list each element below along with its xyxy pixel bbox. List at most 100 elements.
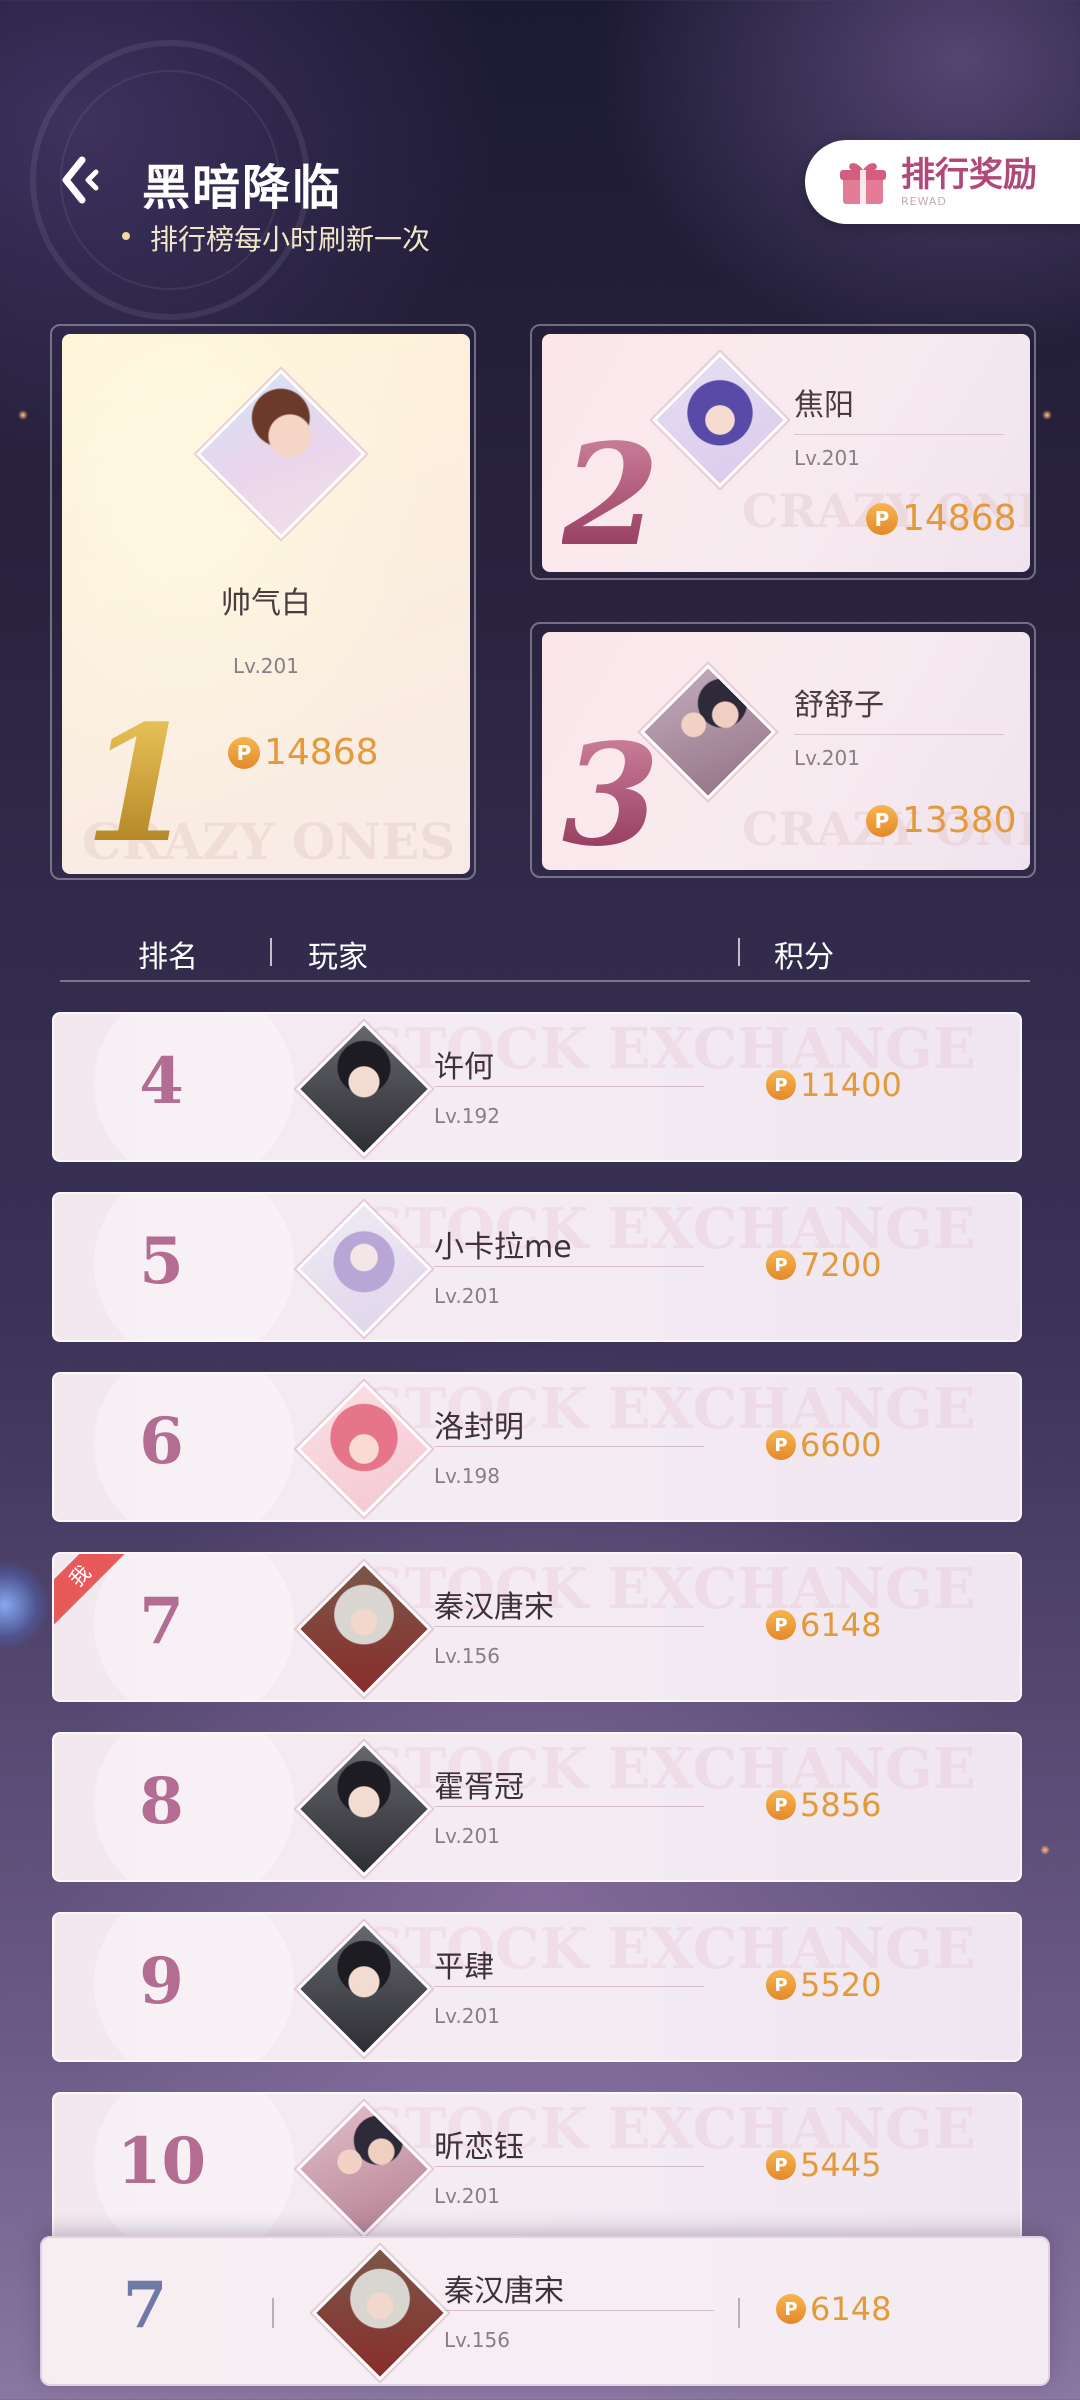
player-level: Lv.198 [434,1464,500,1488]
rank-reward-button[interactable]: 排行奖励 REWAD [805,140,1080,224]
player-score: P 5856 [766,1786,881,1824]
player-name: 秦汉唐宋 [444,2274,564,2309]
leaderboard-row-self[interactable]: STOCK EXCHANGE 我 7 秦汉唐宋 Lv.156 P 6148 [52,1552,1022,1702]
player-score: P 6600 [766,1426,881,1464]
rank-number: 1 [84,690,195,874]
points-coin-icon: P [766,1610,796,1640]
my-rank-bar[interactable]: 7 秦汉唐宋 Lv.156 P 6148 [40,2236,1050,2386]
divider [434,1086,704,1087]
points-coin-icon: P [866,502,898,535]
points-coin-icon: P [228,736,260,769]
player-name: 昕恋钰 [434,2130,524,2165]
row-rank: 4 [139,1044,184,1119]
points-coin-icon: P [766,1250,796,1280]
row-rank: 7 [139,1584,184,1659]
player-level: Lv.201 [434,2184,500,2208]
player-score: P 11400 [766,1066,902,1104]
player-score: P 6148 [776,2290,891,2328]
points-coin-icon: P [776,2294,806,2324]
decorative-spark [18,410,28,420]
score-value: 14868 [902,498,1017,539]
column-player: 玩家 [308,940,368,975]
divider [794,434,1004,435]
podium-card-2[interactable]: CRAZY ONES 2 焦阳 Lv.201 P 14868 [542,334,1030,572]
player-level: Lv.192 [434,1104,500,1128]
divider [444,2310,714,2311]
points-coin-icon: P [766,1970,796,2000]
avatar [312,2245,448,2381]
score-value: 5445 [800,2146,882,2184]
player-level: Lv.201 [434,1284,500,1308]
player-name: 帅气白 [221,586,311,621]
decorative-glow [0,1560,50,1650]
avatar [652,352,788,488]
decorative-spark [1040,1845,1050,1855]
player-name: 秦汉唐宋 [434,1590,554,1625]
player-score: P 14868 [866,498,1017,539]
points-coin-icon: P [766,2150,796,2180]
leaderboard-row[interactable]: STOCK EXCHANGE 4 许何 Lv.192 P 11400 [52,1012,1022,1162]
player-level: Lv.156 [444,2328,510,2352]
my-rank: 7 [122,2268,168,2343]
column-score: 积分 [774,940,834,975]
leaderboard-row[interactable]: STOCK EXCHANGE 10 昕恋钰 Lv.201 P 5445 [52,2092,1022,2242]
refresh-notice: 排行榜每小时刷新一次 [150,223,431,256]
player-name: 焦阳 [794,388,854,423]
row-rank: 5 [139,1224,184,1299]
player-name: 舒舒子 [794,688,884,723]
points-coin-icon: P [766,1430,796,1460]
decorative-spark [1042,410,1052,420]
leaderboard-row[interactable]: STOCK EXCHANGE 6 洛封明 Lv.198 P 6600 [52,1372,1022,1522]
leaderboard-row[interactable]: STOCK EXCHANGE 8 霍胥冠 Lv.201 P 5856 [52,1732,1022,1882]
leaderboard-row[interactable]: STOCK EXCHANGE 5 小卡拉me Lv.201 P 7200 [52,1192,1022,1342]
divider [434,1446,704,1447]
divider [794,734,1004,735]
player-name: 平肆 [434,1950,494,1985]
column-separator [272,2298,274,2328]
avatar [196,369,366,539]
subtitle-bullet [122,232,130,240]
points-coin-icon: P [766,1790,796,1820]
page-title: 黑暗降临 [142,160,343,216]
row-rank: 6 [139,1404,184,1479]
score-value: 14868 [264,732,379,773]
player-score: P 6148 [766,1606,881,1644]
divider [434,2166,704,2167]
podium-card-1[interactable]: CRAZY ONES 帅气白 Lv.201 1 P 14868 [62,334,470,874]
points-coin-icon: P [866,804,898,837]
column-separator [738,2298,740,2328]
player-score: P 14868 [228,732,379,773]
player-score: P 7200 [766,1246,881,1284]
rank-reward-sublabel: REWAD [901,194,947,208]
leaderboard-row[interactable]: STOCK EXCHANGE 9 平肆 Lv.201 P 5520 [52,1912,1022,2062]
divider [434,1626,704,1627]
score-value: 6600 [800,1426,882,1464]
divider [434,1986,704,1987]
back-button[interactable] [52,150,112,210]
rank-number: 2 [562,414,659,572]
player-level: Lv.156 [434,1644,500,1668]
score-value: 11400 [800,1066,902,1104]
column-rank: 排名 [138,940,198,975]
divider [434,1806,704,1807]
leaderboard-column-header: 排名 玩家 积分 [60,930,1030,982]
score-value: 13380 [902,800,1017,841]
back-arrow-icon [62,156,99,204]
column-separator [270,938,272,966]
player-level: Lv.201 [794,446,860,470]
player-level: Lv.201 [434,1824,500,1848]
row-rank: 8 [139,1764,184,1839]
player-level: Lv.201 [794,746,860,770]
podium-card-3[interactable]: CRAZY ONES 3 舒舒子 Lv.201 P 13380 [542,632,1030,870]
score-value: 5520 [800,1966,882,2004]
column-separator [738,938,740,966]
player-level: Lv.201 [233,654,299,678]
player-name: 小卡拉me [434,1230,572,1265]
divider [434,1266,704,1267]
player-score: P 5445 [766,2146,881,2184]
gift-icon [840,163,886,204]
player-score: P 13380 [866,800,1017,841]
avatar [640,664,776,800]
points-coin-icon: P [766,1070,796,1100]
player-level: Lv.201 [434,2004,500,2028]
